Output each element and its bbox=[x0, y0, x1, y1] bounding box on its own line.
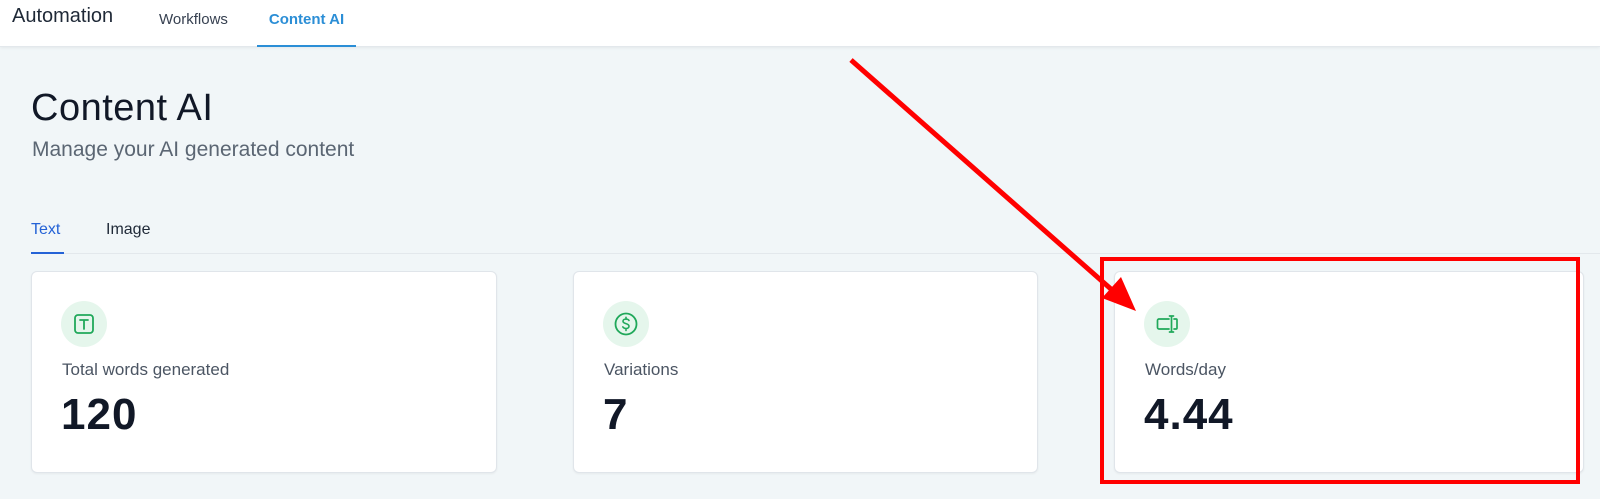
page-title: Content AI bbox=[31, 87, 214, 129]
stat-label: Variations bbox=[604, 360, 679, 379]
stat-value: 7 bbox=[603, 390, 629, 439]
tabs-divider bbox=[31, 253, 1600, 254]
stat-card-variations: Variations 7 bbox=[573, 271, 1038, 473]
app-title: Automation bbox=[12, 5, 114, 27]
stat-card-total-words: Total words generated 120 bbox=[31, 271, 497, 473]
stat-label: Total words generated bbox=[62, 360, 230, 379]
tab-text[interactable]: Text bbox=[31, 221, 64, 254]
stat-value: 120 bbox=[61, 390, 138, 439]
nav-tab-content-ai[interactable]: Content AI bbox=[257, 11, 356, 47]
tab-image[interactable]: Image bbox=[106, 221, 150, 254]
nav-tab-workflows[interactable]: Workflows bbox=[159, 11, 228, 47]
dollar-icon bbox=[603, 301, 649, 347]
page-subtitle: Manage your AI generated content bbox=[32, 138, 355, 161]
text-t-icon bbox=[61, 301, 107, 347]
annotation-highlight-box bbox=[1100, 257, 1580, 484]
top-navbar: Automation Workflows Content AI bbox=[0, 0, 1600, 47]
